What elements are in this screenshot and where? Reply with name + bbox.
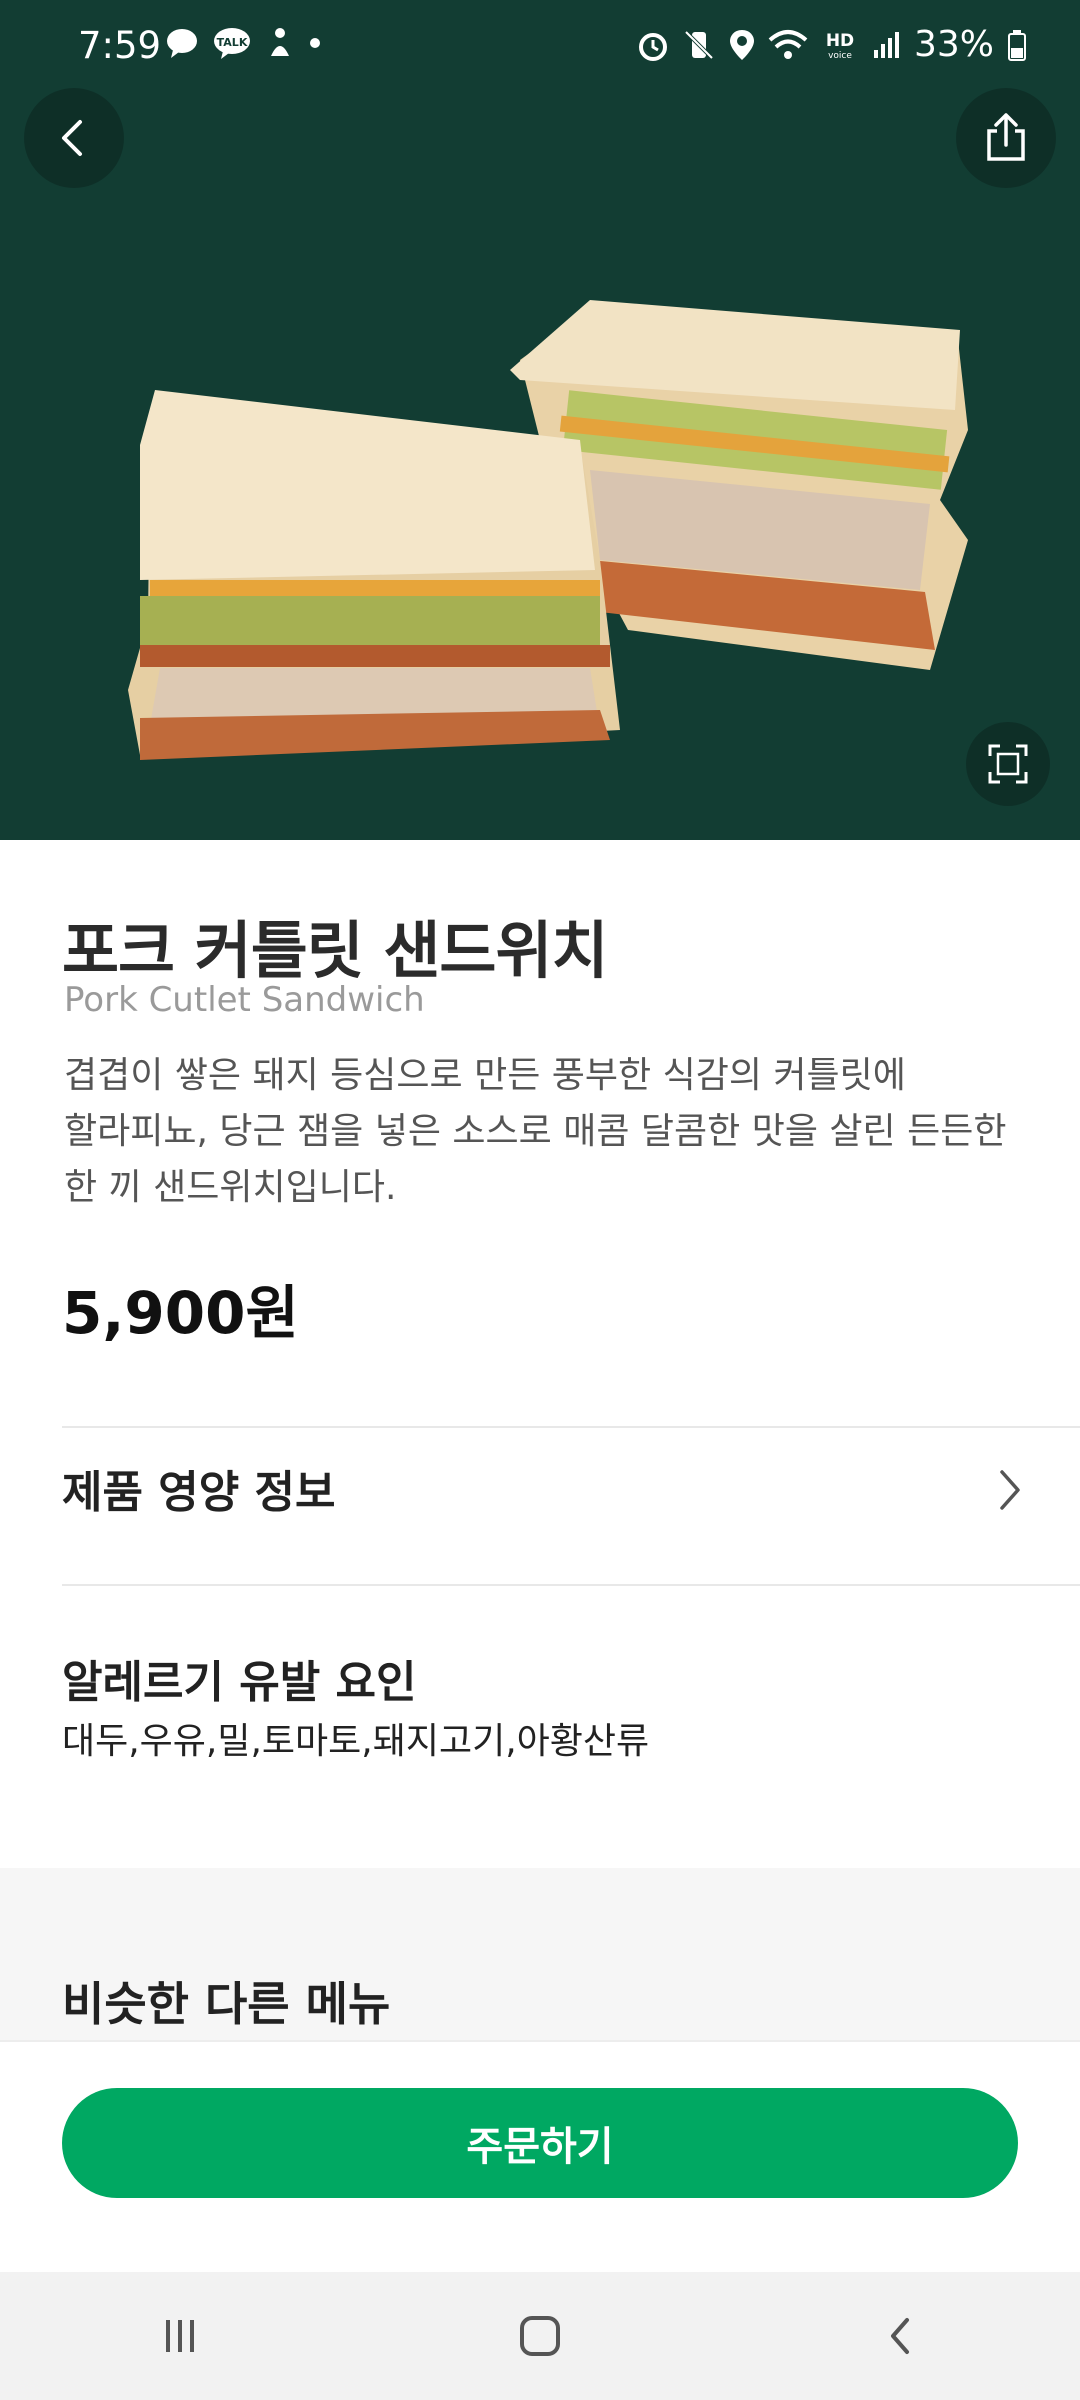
system-back-button[interactable] <box>840 2286 960 2386</box>
chevron-left-icon <box>62 120 82 156</box>
recent-apps-button[interactable] <box>120 2286 240 2386</box>
product-description: 겹겹이 쌓은 돼지 등심으로 만든 풍부한 식감의 커틀릿에 할라피뇨, 당근 … <box>64 1048 1024 1216</box>
dot-icon <box>310 38 320 48</box>
back-button[interactable] <box>24 88 124 188</box>
alarm-icon <box>638 32 667 61</box>
product-hero-image: 7:59 TALK HD voice 33% <box>0 0 1080 840</box>
chevron-right-icon <box>1000 1470 1020 1510</box>
nutrition-info-label: 제품 영양 정보 <box>62 1467 336 1518</box>
divider <box>62 1584 1080 1586</box>
nutrition-info-row[interactable]: 제품 영양 정보 <box>62 1428 1080 1548</box>
system-nav-bar <box>0 2272 1080 2400</box>
expand-icon <box>988 744 1028 784</box>
talk-icon: TALK <box>214 28 250 59</box>
svg-text:TALK: TALK <box>217 36 248 49</box>
vibrate-icon <box>684 30 714 59</box>
status-left-icons: TALK <box>165 26 321 60</box>
svg-text:voice: voice <box>828 51 852 61</box>
similar-menu-title: 비슷한 다른 메뉴 <box>62 1977 391 2031</box>
svg-text:HD: HD <box>826 31 854 51</box>
home-button[interactable] <box>480 2286 600 2386</box>
back-icon <box>891 2318 909 2354</box>
status-bar: 7:59 TALK HD voice 33% <box>0 0 1080 92</box>
zoom-button[interactable] <box>966 722 1050 806</box>
signal-icon <box>873 31 899 58</box>
description-line: 한 끼 샌드위치입니다. <box>64 1167 397 1208</box>
allergy-list: 대두,우유,밀,토마토,돼지고기,아황산류 <box>62 1721 650 1762</box>
order-button[interactable]: 주문하기 <box>62 2088 1018 2198</box>
order-bar: 주문하기 <box>0 2040 1080 2272</box>
product-title: 포크 커틀릿 샌드위치 <box>62 914 609 987</box>
battery-percent: 33% <box>913 24 994 65</box>
description-line: 겹겹이 쌓은 돼지 등심으로 만든 풍부한 식감의 커틀릿에 <box>64 1055 906 1096</box>
share-button[interactable] <box>956 88 1056 188</box>
description-line: 할라피뇨, 당근 잼을 넣은 소스로 매콤 달콤한 맛을 살린 든든한 <box>64 1111 1007 1152</box>
status-time: 7:59 <box>78 24 162 67</box>
similar-menu-section: 비슷한 다른 메뉴 <box>0 1868 1080 2043</box>
home-icon <box>520 2316 560 2356</box>
hd-voice-icon: HDvoice <box>826 31 854 61</box>
share-icon <box>987 113 1025 161</box>
allergy-title: 알레르기 유발 요인 <box>62 1657 417 1708</box>
figure-icon <box>271 28 289 56</box>
product-title-english: Pork Cutlet Sandwich <box>64 980 425 1020</box>
location-icon <box>729 29 754 60</box>
battery-icon <box>1008 29 1026 61</box>
recent-apps-icon <box>166 2320 194 2352</box>
wifi-icon <box>768 29 808 59</box>
sandwich-image <box>128 300 968 760</box>
product-price: 5,900원 <box>62 1279 299 1347</box>
chat-bubble-icon <box>167 29 197 58</box>
status-right-icons: HD voice 33% <box>636 24 1028 65</box>
